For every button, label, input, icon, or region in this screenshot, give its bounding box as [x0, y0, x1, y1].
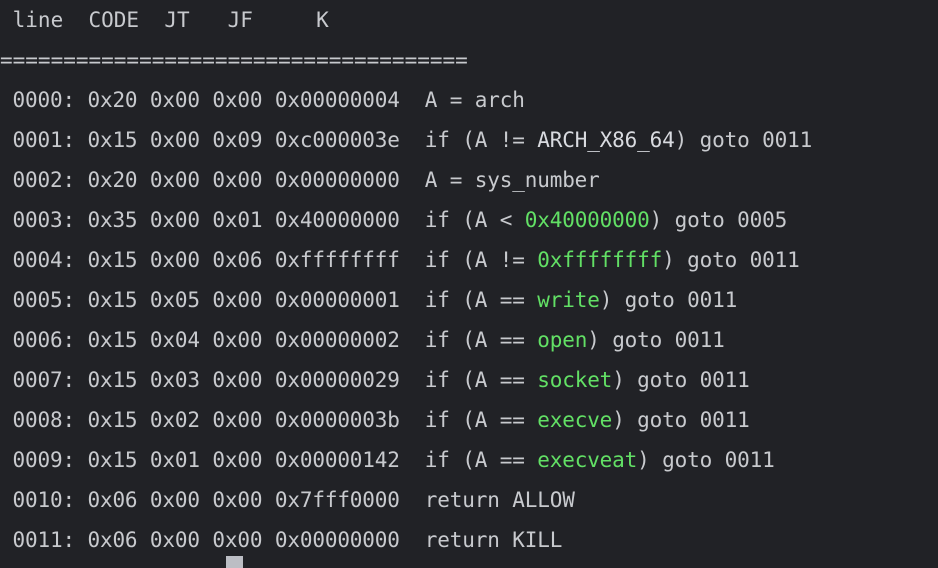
instruction-operands: 0003: 0x35 0x00 0x01 0x40000000	[0, 208, 425, 232]
constant-token: ARCH_X86_64	[537, 128, 675, 152]
instruction-operands: 0008: 0x15 0x02 0x00 0x0000003b	[0, 408, 425, 432]
pseudocode-text: if (A <	[424, 208, 525, 232]
instruction-operands: 0009: 0x15 0x01 0x00 0x00000142	[0, 448, 425, 472]
highlighted-token: 0xffffffff	[537, 248, 663, 272]
highlighted-token: socket	[537, 368, 613, 392]
pseudocode-text: ) goto 0011	[612, 368, 750, 392]
instruction-row: 0002: 0x20 0x00 0x00 0x00000000 A = sys_…	[0, 160, 938, 200]
pseudocode-text: if (A ==	[424, 328, 538, 352]
instruction-row: 0010: 0x06 0x00 0x00 0x7fff0000 return A…	[0, 480, 938, 520]
pseudocode-text: if (A !=	[424, 128, 538, 152]
instruction-row: 0003: 0x35 0x00 0x01 0x40000000 if (A < …	[0, 200, 938, 240]
instruction-operands: 0004: 0x15 0x00 0x06 0xffffffff	[0, 248, 425, 272]
pseudocode-text: A = sys_number	[424, 168, 600, 192]
instruction-row: 0006: 0x15 0x04 0x00 0x00000002 if (A ==…	[0, 320, 938, 360]
instruction-row: 0005: 0x15 0x05 0x00 0x00000001 if (A ==…	[0, 280, 938, 320]
pseudocode-text: if (A ==	[424, 288, 538, 312]
header-separator: =====================================	[0, 48, 468, 72]
instruction-operands: 0007: 0x15 0x03 0x00 0x00000029	[0, 368, 425, 392]
instruction-row: 0001: 0x15 0x00 0x09 0xc000003e if (A !=…	[0, 120, 938, 160]
instruction-operands: 0005: 0x15 0x05 0x00 0x00000001	[0, 288, 425, 312]
pseudocode-text: ) goto 0011	[637, 448, 775, 472]
pseudocode-text: ) goto 0011	[662, 248, 800, 272]
pseudocode-text: ) goto 0011	[674, 128, 813, 152]
instruction-operands: 0010: 0x06 0x00 0x00 0x7fff0000	[0, 488, 425, 512]
pseudocode-text: ) goto 0011	[612, 408, 750, 432]
highlighted-token: open	[537, 328, 588, 352]
text-cursor	[226, 556, 243, 568]
instruction-row: 0008: 0x15 0x02 0x00 0x0000003b if (A ==…	[0, 400, 938, 440]
pseudocode-text: if (A ==	[424, 448, 538, 472]
pseudocode-text: if (A !=	[424, 248, 538, 272]
highlighted-token: 0x40000000	[524, 208, 650, 232]
instruction-list: 0000: 0x20 0x00 0x00 0x00000004 A = arch…	[0, 80, 938, 560]
instruction-row: 0007: 0x15 0x03 0x00 0x00000029 if (A ==…	[0, 360, 938, 400]
highlighted-token: write	[537, 288, 600, 312]
instruction-operands: 0002: 0x20 0x00 0x00 0x00000000	[0, 168, 425, 192]
column-header-row: line CODE JT JF K	[0, 8, 329, 32]
highlighted-token: execveat	[537, 448, 638, 472]
pseudocode-text: return KILL	[424, 528, 563, 552]
pseudocode-text: if (A ==	[424, 408, 538, 432]
pseudocode-text: return ALLOW	[424, 488, 575, 512]
instruction-row: 0011: 0x06 0x00 0x00 0x00000000 return K…	[0, 520, 938, 560]
instruction-row: 0000: 0x20 0x00 0x00 0x00000004 A = arch	[0, 80, 938, 120]
pseudocode-text: if (A ==	[424, 368, 538, 392]
instruction-operands: 0011: 0x06 0x00 0x00 0x00000000	[0, 528, 425, 552]
pseudocode-text: ) goto 0011	[599, 288, 738, 312]
pseudocode-text: ) goto 0005	[649, 208, 788, 232]
pseudocode-text: A = arch	[424, 88, 525, 112]
terminal-window[interactable]: line CODE JT JF K ======================…	[0, 0, 938, 568]
instruction-operands: 0006: 0x15 0x04 0x00 0x00000002	[0, 328, 425, 352]
instruction-operands: 0000: 0x20 0x00 0x00 0x00000004	[0, 88, 425, 112]
pseudocode-text: ) goto 0011	[587, 328, 725, 352]
instruction-operands: 0001: 0x15 0x00 0x09 0xc000003e	[0, 128, 425, 152]
instruction-row: 0004: 0x15 0x00 0x06 0xffffffff if (A !=…	[0, 240, 938, 280]
highlighted-token: execve	[537, 408, 613, 432]
instruction-row: 0009: 0x15 0x01 0x00 0x00000142 if (A ==…	[0, 440, 938, 480]
